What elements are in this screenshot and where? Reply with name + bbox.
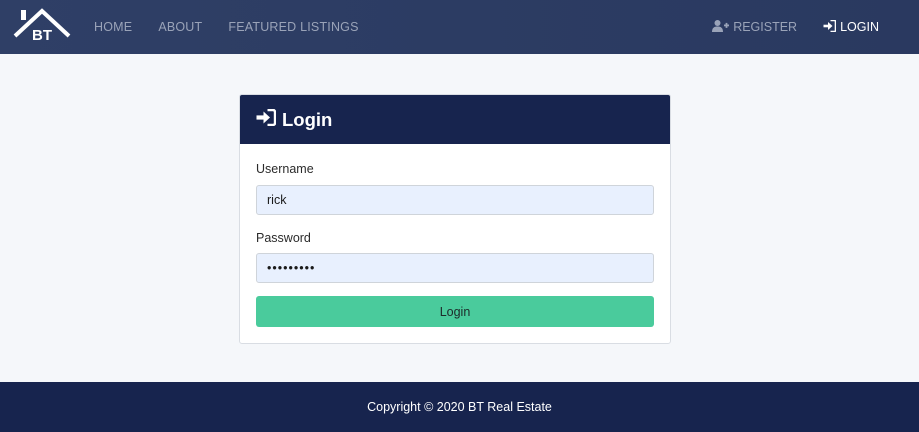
nav-links: HOME ABOUT FEATURED LISTINGS: [94, 0, 385, 54]
login-card-title: Login: [282, 108, 333, 130]
password-label: Password: [256, 231, 311, 245]
brand-logo[interactable]: BT: [13, 8, 71, 44]
brand-logo-text: BT: [32, 27, 52, 44]
password-input[interactable]: •••••••••: [256, 253, 654, 283]
login-card-header: Login: [240, 95, 670, 144]
username-input[interactable]: rick: [256, 185, 654, 215]
nav-home-link[interactable]: HOME: [94, 20, 132, 34]
sign-in-icon: [823, 19, 840, 35]
nav-register-link[interactable]: REGISTER: [712, 19, 798, 35]
nav-login-label: LOGIN: [840, 20, 879, 34]
login-card: Login Username rick Password ••••••••• L…: [239, 94, 671, 344]
footer: Copyright © 2020 BT Real Estate: [0, 382, 919, 432]
sign-in-icon: [256, 108, 277, 131]
footer-copyright: Copyright © 2020 BT Real Estate: [367, 400, 552, 414]
user-plus-icon: [712, 19, 733, 35]
username-label: Username: [256, 162, 314, 176]
nav-login-link[interactable]: LOGIN: [823, 19, 879, 35]
nav-register-label: REGISTER: [733, 20, 798, 34]
nav-auth-links: REGISTER LOGIN: [712, 0, 879, 54]
nav-about-link[interactable]: ABOUT: [158, 20, 202, 34]
nav-featured-listings-link[interactable]: FEATURED LISTINGS: [228, 20, 358, 34]
navbar: BT HOME ABOUT FEATURED LISTINGS REGISTER: [0, 0, 919, 54]
login-submit-button[interactable]: Login: [256, 296, 654, 327]
